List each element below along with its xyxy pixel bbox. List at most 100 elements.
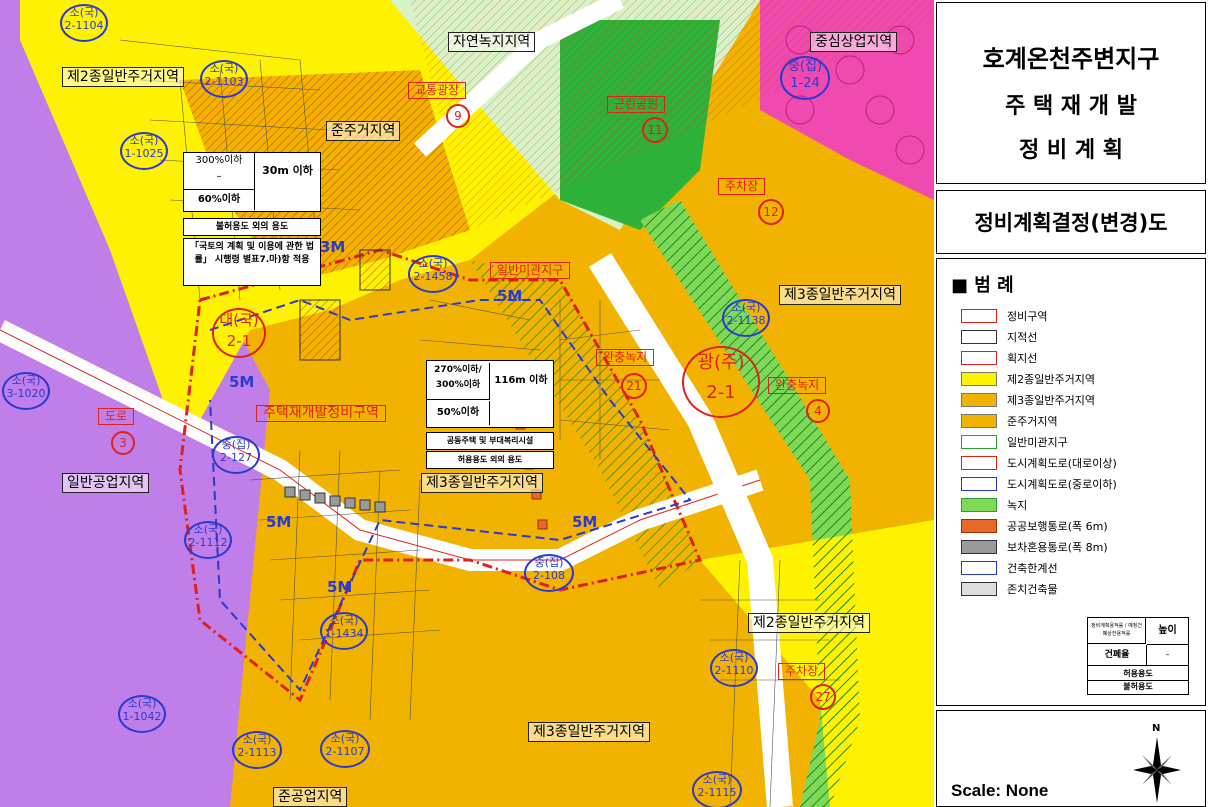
- facility-label: 완충녹지: [596, 349, 655, 366]
- legend-label: 공공보행통로(폭 6m): [1007, 520, 1108, 533]
- subtitle-box: 정비계획결정(변경)도: [936, 190, 1206, 254]
- legend-swatch: [961, 498, 997, 512]
- legend-item: 공공보행통로(폭 6m): [953, 517, 1193, 535]
- legend-label: 도시계획도로(대로이상): [1007, 457, 1117, 470]
- road-code-circle: 중(집) 2-127: [212, 436, 260, 474]
- map-area[interactable]: 제2종일반주거지역 자연녹지지역 중심상업지역 준주거지역 제3종일반주거지역 …: [0, 0, 934, 807]
- legend-label: 준주거지역: [1007, 415, 1058, 428]
- legend-label: 제3종일반주거지역: [1007, 394, 1095, 407]
- zoning-table-z3: 270%이하/300%이하 116m 이하 50%이하: [426, 360, 554, 428]
- legend-item: 제3종일반주거지역: [953, 391, 1193, 409]
- plan-subtitle: 정비계획결정(변경)도: [974, 211, 1168, 235]
- legend-swatch: [961, 540, 997, 554]
- setback-distance: 5M: [497, 287, 523, 305]
- facility-label: 주차장: [718, 178, 766, 195]
- legend-label: 일반미관지구: [1007, 436, 1068, 449]
- zone-label: 일반공업지역: [62, 473, 150, 493]
- banned-use-cell: 허용용도 외의 용도: [426, 451, 554, 469]
- legend-swatch: [961, 561, 997, 575]
- legend-swatch: [961, 372, 997, 386]
- road-code-circle: 소(국) 2-1113: [232, 731, 282, 769]
- road-code-circle: 소(국) 2-1458: [408, 255, 458, 293]
- legend-label: 건축한계선: [1007, 562, 1058, 575]
- facility-label: 교통광장: [408, 82, 467, 99]
- legend-swatch: [961, 582, 997, 596]
- scale-text: Scale: None: [951, 781, 1049, 800]
- legend-panel: 호계온천주변지구 주 택 재 개 발 정 비 계 획 정비계획결정(변경)도 ■…: [934, 0, 1208, 807]
- key-bcr-val: –: [1147, 645, 1188, 666]
- legend-swatch: [961, 435, 997, 449]
- road-code-circle: 소(국) 3-1020: [2, 372, 50, 410]
- far-cell: 270%이하/300%이하: [427, 363, 490, 400]
- legend-item: 건축한계선: [953, 559, 1193, 577]
- legend-item: 제2종일반주거지역: [953, 370, 1193, 388]
- zone-label: 중심상업지역: [810, 32, 898, 52]
- legend-label: 보차혼용통로(폭 8m): [1007, 541, 1108, 554]
- title-box: 호계온천주변지구 주 택 재 개 발 정 비 계 획: [936, 2, 1206, 184]
- height-cell: 30m 이하: [262, 164, 313, 177]
- legend-item: 준주거지역: [953, 412, 1193, 430]
- arterial-road-circle: 대(국) 2-1: [212, 308, 266, 358]
- key-banned: 불허용도: [1123, 682, 1153, 691]
- bcr-cell: 60%이하: [184, 190, 255, 210]
- legend-key-table: 정비계획용적률 / 예정건폐상한용적률 높이 건폐율 – 허용용도 불허용도: [1087, 617, 1189, 695]
- zone-label: 제2종일반주거지역: [748, 613, 870, 633]
- legend-item: 도시계획도로(중로이하): [953, 475, 1193, 493]
- legend-item: 정비구역: [953, 307, 1193, 325]
- plan-title-line3: 정 비 계 획: [1019, 138, 1123, 163]
- arterial-road-circle: 광(주) 2-1: [682, 346, 760, 418]
- north-arrow-icon: [1133, 737, 1181, 803]
- road-code-circle: 소(국) 2-1104: [60, 4, 108, 42]
- key-far: 정비계획용적률 / 예정건폐상한용적률: [1088, 618, 1146, 644]
- setback-distance: 5M: [266, 513, 292, 531]
- road-code-circle: 소(국) 2-1110: [710, 649, 758, 687]
- legend-swatch: [961, 330, 997, 344]
- zone-label: 제3종일반주거지역: [528, 722, 650, 742]
- road-code-circle: 소(국) 2-1112: [184, 521, 232, 559]
- plan-title-line2: 주 택 재 개 발: [1005, 94, 1137, 119]
- legend-label: 정비구역: [1007, 310, 1048, 323]
- facility-number: 27: [810, 684, 836, 710]
- north-label: N: [1152, 723, 1161, 734]
- facility-number: 9: [446, 104, 470, 128]
- height-cell: 116m 이하: [494, 375, 548, 386]
- legend-label: 획지선: [1007, 352, 1038, 365]
- legend-swatch: [961, 477, 997, 491]
- road-code-circle: 소(국) 1-1025: [120, 132, 168, 170]
- zone-label: 준주거지역: [326, 121, 401, 141]
- zone-label: 준공업지역: [273, 787, 348, 807]
- bcr-cell: 50%이하: [427, 401, 490, 425]
- legend-item: 도시계획도로(대로이상): [953, 454, 1193, 472]
- legend-swatch: [961, 414, 997, 428]
- legend-item: 보차혼용통로(폭 8m): [953, 538, 1193, 556]
- zone-label: 제3종일반주거지역: [779, 285, 901, 305]
- zone-label: 제3종일반주거지역: [421, 473, 543, 493]
- road-code-circle: 소(국) 2-1107: [320, 730, 370, 768]
- facility-number: 21: [621, 373, 647, 399]
- legend-label: 존치건축물: [1007, 583, 1058, 596]
- existing-building: [359, 249, 391, 291]
- legend-swatch: [961, 456, 997, 470]
- legend-label: 도시계획도로(중로이하): [1007, 478, 1117, 491]
- facility-number: 11: [642, 117, 668, 143]
- road-code-circle: 소(국) 2-1138: [722, 299, 770, 337]
- road-code-circle: 소(국) 2-1115: [692, 771, 742, 807]
- key-bcr: 건폐율: [1088, 645, 1147, 666]
- key-height: 높이: [1147, 618, 1188, 645]
- scale-box: Scale: None N: [936, 710, 1206, 807]
- road-code-circle: 소(국) 2-1103: [200, 60, 248, 98]
- zoning-table-semi: 300%이하 – 30m 이하 60%이하: [183, 152, 321, 212]
- zone-label: 자연녹지지역: [448, 32, 536, 52]
- zone-label: 제2종일반주거지역: [62, 67, 184, 87]
- key-allowed: 허용용도: [1088, 668, 1188, 681]
- road-code-circle: 소(국) 1-1042: [118, 695, 166, 733]
- road-label: 도로: [98, 408, 135, 425]
- legend-label: 지적선: [1007, 331, 1038, 344]
- far-cell: 300%이하 –: [184, 153, 255, 190]
- existing-building: [299, 299, 341, 361]
- legend-swatch: [961, 519, 997, 533]
- setback-distance: 5M: [327, 578, 353, 596]
- legend-heading: ■ 범 례: [951, 275, 1014, 296]
- legend-item: 지적선: [953, 328, 1193, 346]
- road-code-circle: 중(집) 1-24: [780, 56, 830, 100]
